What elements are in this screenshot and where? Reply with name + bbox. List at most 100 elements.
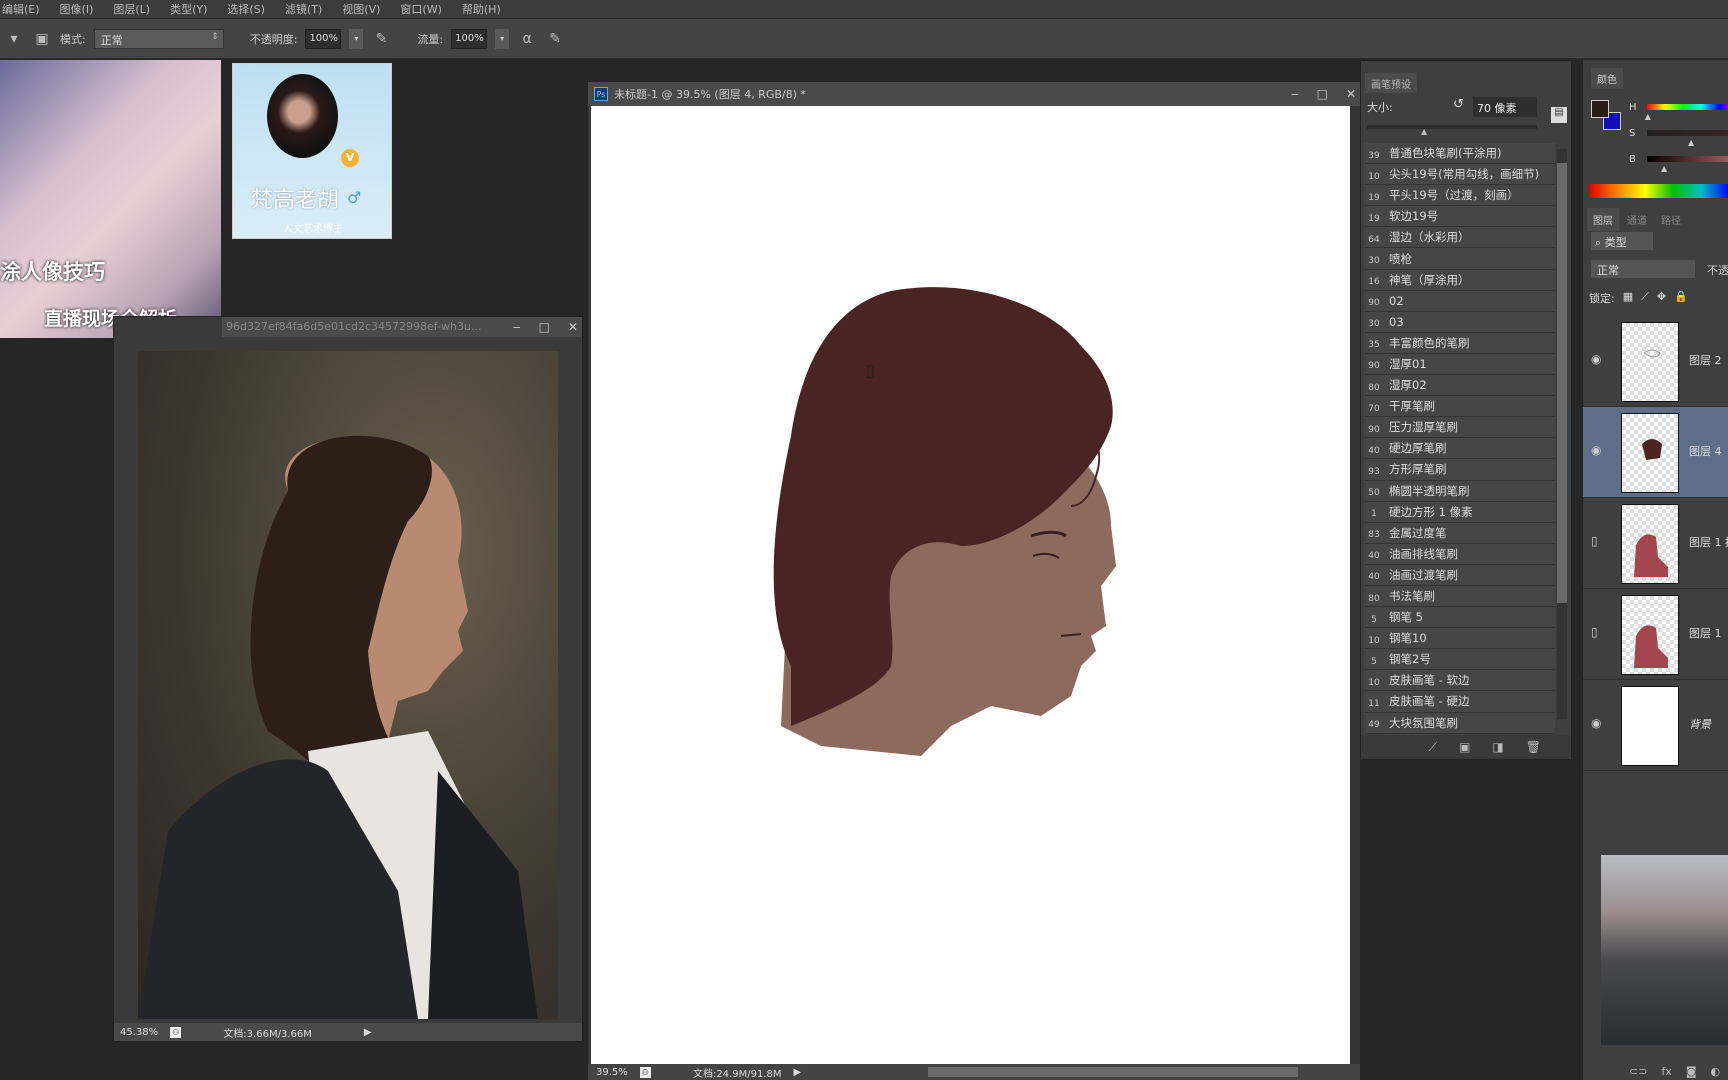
brush-preset-item[interactable]: 19 平头19号（过渡，刻画） (1365, 185, 1555, 207)
tab-layers[interactable]: 图层 (1587, 208, 1619, 231)
foreground-color-swatch[interactable] (1591, 100, 1609, 118)
brush-preset-item[interactable]: 90 湿厚01 (1365, 353, 1555, 376)
flow-dropdown[interactable]: ▾ (495, 28, 510, 49)
layer-row[interactable]: ◉ 图层 2 (1583, 316, 1728, 407)
saturation-slider[interactable] (1647, 130, 1728, 136)
brush-preset-item[interactable]: 93 方形厚笔刷 (1365, 459, 1555, 481)
brush-preset-item[interactable]: 40 硬边厚笔刷 (1365, 438, 1555, 460)
layer-row[interactable]: ▯ 图层 1 拷 (1583, 498, 1728, 589)
brush-preset-item[interactable]: 5 钢笔2号 (1365, 649, 1555, 671)
maximize-icon[interactable]: □ (539, 317, 550, 337)
tab-paths[interactable]: 路径 (1655, 208, 1687, 231)
brush-preset-item[interactable]: 50 椭圆半透明笔刷 (1365, 480, 1555, 502)
flow-input[interactable]: 100% (451, 28, 488, 49)
mode-select[interactable]: 正常 (93, 28, 224, 49)
brush-presets-tab[interactable]: 画笔预设 (1365, 73, 1417, 93)
reference-window-titlebar[interactable]: 96d327ef84fa6d5e01cd2c34572998ef-wh3u...… (222, 317, 582, 337)
brush-preset-item[interactable]: 90 压力湿厚笔刷 (1365, 417, 1555, 439)
brush-preset-item[interactable]: 30 喷枪 (1365, 248, 1555, 270)
brush-preset-item[interactable]: 10 钢笔10 (1365, 628, 1555, 650)
brush-preset-item[interactable]: 19 软边19号 (1365, 206, 1555, 228)
size-slider-knob[interactable]: ▲ (1421, 127, 1427, 136)
menu-filter[interactable]: 滤镜(T) (283, 1, 324, 17)
minimize-icon[interactable]: ‒ (513, 317, 521, 337)
brush-preset-item[interactable]: 64 湿边（水彩用） (1365, 227, 1555, 249)
color-slider-knob[interactable]: ▲ (1661, 164, 1667, 173)
opacity-dropdown[interactable]: ▾ (349, 28, 364, 49)
canvas-vertical-scrollbar[interactable] (1350, 106, 1360, 1064)
status-menu-arrow-icon[interactable]: ▶ (793, 1067, 801, 1078)
fx-icon[interactable]: fx (1661, 1065, 1671, 1078)
opacity-input[interactable]: 100% (305, 28, 342, 49)
layer-row[interactable]: ◉ 背景 (1583, 680, 1728, 771)
toggle-brush-panel-icon[interactable]: ⟋ (1429, 740, 1437, 755)
menu-edit[interactable]: 编辑(E) (0, 1, 42, 17)
brush-preset-item[interactable]: 1 硬边方形 1 像素 (1365, 501, 1555, 523)
size-slider[interactable] (1367, 125, 1537, 129)
menu-image[interactable]: 图像(I) (58, 1, 96, 17)
hue-slider[interactable] (1647, 104, 1728, 110)
color-slider-knob[interactable]: ▲ (1645, 112, 1651, 121)
document-titlebar[interactable]: Ps 未标题-1 @ 39.5% (图层 4, RGB/8) * ‒ □ ✕ (588, 82, 1360, 106)
layer-filter-select[interactable]: ⌕ 类型 (1591, 232, 1653, 250)
brush-preset-picker-icon[interactable]: ▾ (4, 29, 24, 49)
brush-preset-item[interactable]: 11 皮肤画笔 - 硬边 (1365, 691, 1555, 713)
hidden-visibility-icon[interactable]: ▯ (1591, 625, 1598, 639)
menu-window[interactable]: 窗口(W) (398, 1, 443, 17)
close-icon[interactable]: ✕ (1346, 84, 1356, 104)
menu-help[interactable]: 帮助(H) (460, 1, 503, 17)
menu-select[interactable]: 选择(S) (225, 1, 267, 17)
brush-preset-item[interactable]: 49 大块氛围笔刷 (1365, 712, 1555, 734)
airbrush-icon[interactable]: α (517, 29, 537, 49)
status-menu-arrow-icon[interactable]: ▶ (364, 1027, 372, 1038)
brush-preset-item[interactable]: 83 金属过度笔 (1365, 522, 1555, 544)
canvas-horizontal-scrollbar[interactable] (928, 1067, 1298, 1077)
brush-panel-folder-icon[interactable]: ▤ (1551, 107, 1567, 123)
brush-preset-item[interactable]: 30 03 (1365, 311, 1555, 333)
brush-preset-item[interactable]: 40 油画过渡笔刷 (1365, 564, 1555, 586)
size-input[interactable]: 70 像素 (1473, 97, 1537, 117)
lock-transparency-icon[interactable]: ▦ (1623, 290, 1633, 306)
brush-preset-item[interactable]: 39 普通色块笔刷(平涂用) (1365, 143, 1555, 165)
tab-channels[interactable]: 通道 (1621, 208, 1653, 231)
brush-preset-item[interactable]: 80 书法笔刷 (1365, 585, 1555, 608)
lock-all-icon[interactable]: 🔒 (1674, 290, 1688, 306)
pressure-opacity-icon[interactable]: ✎ (371, 29, 391, 49)
menu-type[interactable]: 类型(Y) (168, 1, 209, 17)
layer-row[interactable]: ▯ 图层 1 (1583, 589, 1728, 680)
eye-icon[interactable]: ◉ (1591, 443, 1601, 457)
brush-preset-item[interactable]: 5 钢笔 5 (1365, 607, 1555, 629)
hidden-visibility-icon[interactable]: ▯ (1591, 534, 1598, 548)
lock-paint-icon[interactable]: ⟋ (1641, 290, 1649, 306)
brush-preset-item[interactable]: 10 皮肤画笔 - 软边 (1365, 670, 1555, 692)
reset-size-icon[interactable]: ↺ (1453, 97, 1464, 112)
minimize-icon[interactable]: ‒ (1291, 84, 1299, 104)
create-new-icon[interactable]: ◨ (1492, 740, 1503, 754)
painting-canvas[interactable]: ▯ (591, 106, 1358, 1064)
adjustment-icon[interactable]: ◐ (1711, 1065, 1721, 1078)
close-icon[interactable]: ✕ (568, 317, 578, 337)
brush-preset-item[interactable]: 40 油画排线笔刷 (1365, 543, 1555, 565)
brush-preset-item[interactable]: 35 丰富颜色的笔刷 (1365, 332, 1555, 354)
menu-layer[interactable]: 图层(L) (111, 1, 152, 17)
eye-icon[interactable]: ◉ (1591, 716, 1601, 730)
lock-position-icon[interactable]: ✥ (1657, 290, 1666, 306)
link-icon[interactable]: ⊂⊃ (1629, 1065, 1647, 1078)
maximize-icon[interactable]: □ (1317, 84, 1328, 104)
layer-row[interactable]: ◉ 图层 4 (1583, 407, 1728, 498)
brush-preset-item[interactable]: 16 神笔（厚涂用） (1365, 269, 1555, 291)
brush-preset-item[interactable]: 70 干厚笔刷 (1365, 396, 1555, 418)
menu-view[interactable]: 视图(V) (340, 1, 382, 17)
color-slider-knob[interactable]: ▲ (1688, 138, 1694, 147)
color-spectrum[interactable] (1589, 184, 1728, 198)
scrollbar-thumb[interactable] (1557, 163, 1567, 603)
brush-list-scrollbar[interactable] (1557, 149, 1567, 719)
brush-preset-item[interactable]: 90 02 (1365, 290, 1555, 312)
document-zoom[interactable]: 39.5% (596, 1067, 628, 1078)
pressure-size-icon[interactable]: ✎ (545, 29, 565, 49)
new-brush-icon[interactable]: ▣ (1459, 740, 1470, 754)
delete-icon[interactable]: 🗑 (1526, 740, 1541, 754)
reference-zoom[interactable]: 45.38% (120, 1027, 158, 1038)
mask-icon[interactable]: ◙ (1686, 1065, 1697, 1078)
blend-mode-select[interactable]: 正常 (1591, 260, 1695, 278)
